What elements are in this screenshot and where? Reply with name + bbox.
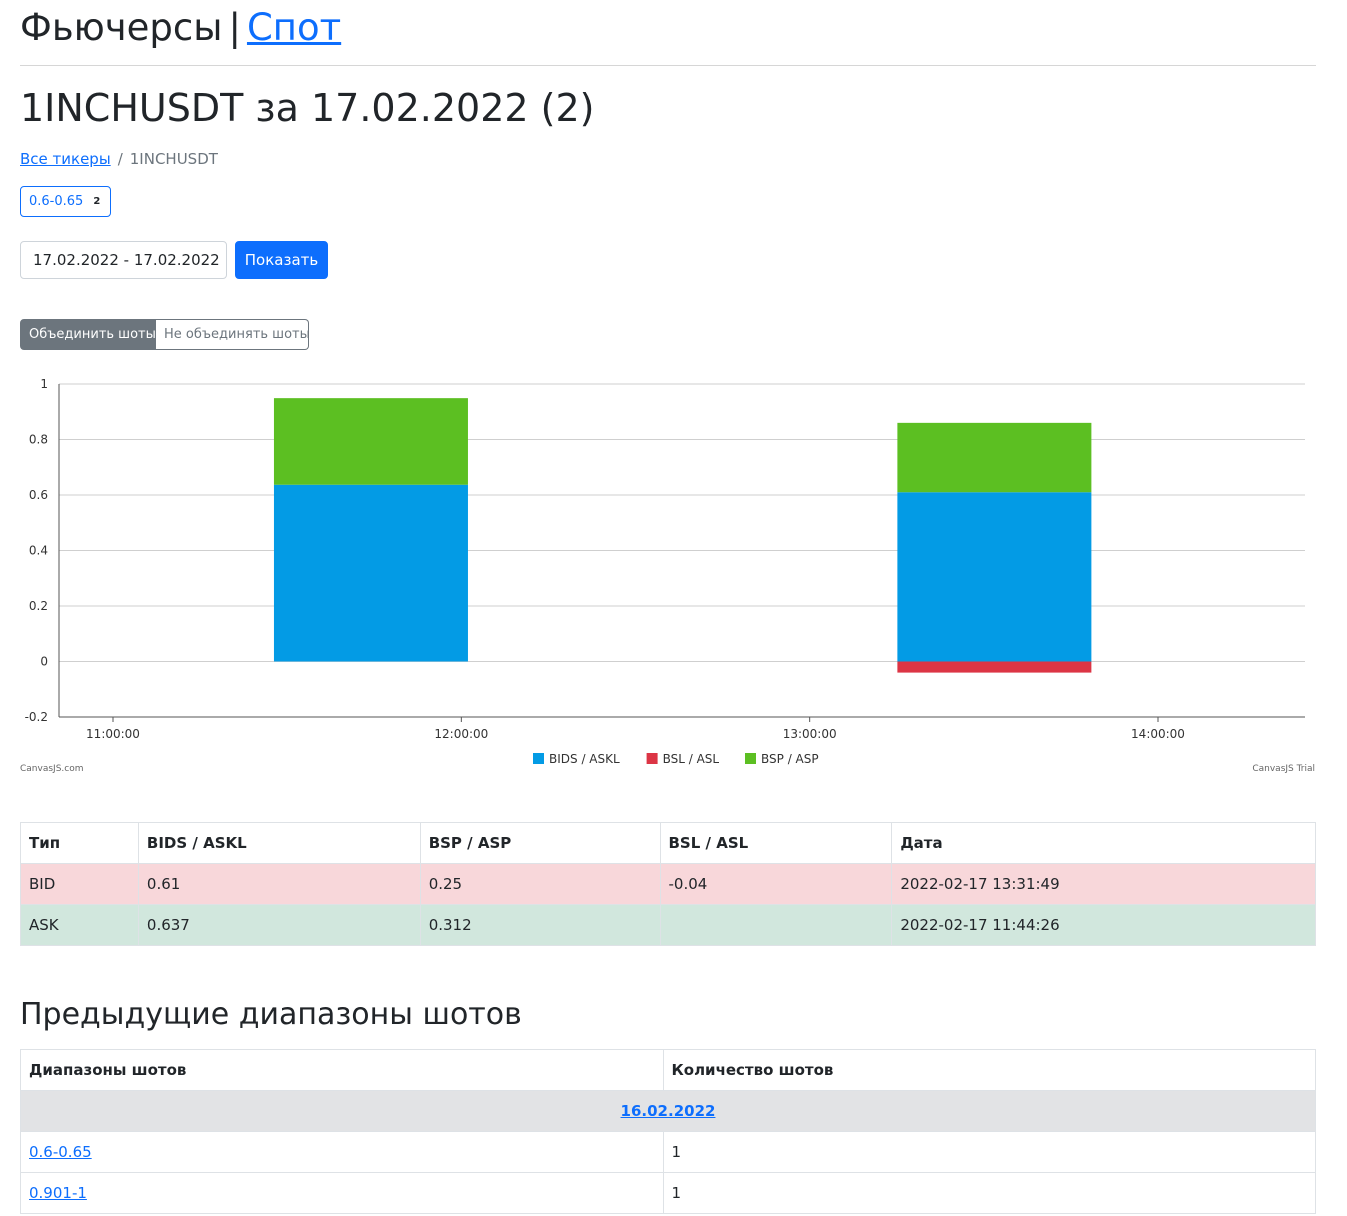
breadcrumb-all-tickers[interactable]: Все тикеры xyxy=(20,150,111,168)
range-cell: 0.6-0.65 xyxy=(20,1131,664,1173)
cell-bsl-asl: -0.04 xyxy=(659,863,893,905)
table-row-ask: ASK 0.637 0.312 2022-02-17 11:44:26 xyxy=(20,904,1316,946)
cell-bids-askl: 0.61 xyxy=(137,863,421,905)
table-row-bid: BID 0.61 0.25 -0.04 2022-02-17 13:31:49 xyxy=(20,863,1316,905)
y-tick-label: 0.8 xyxy=(29,433,48,447)
chart-credit-left: CanvasJS.com xyxy=(20,764,83,774)
previous-ranges-title: Предыдущие диапазоны шотов xyxy=(20,997,522,1032)
chart-credit-right: CanvasJS Trial xyxy=(1252,764,1315,774)
x-tick-label: 11:00:00 xyxy=(86,727,140,741)
x-tick-label: 13:00:00 xyxy=(783,727,837,741)
cell-type: ASK xyxy=(20,904,139,946)
cell-bsl-asl xyxy=(659,904,893,946)
date-range-input[interactable] xyxy=(20,241,227,279)
y-tick-label: 0 xyxy=(40,655,48,669)
show-button[interactable]: Показать xyxy=(235,241,328,279)
date-group-cell: 16.02.2022 xyxy=(20,1090,1316,1132)
count-cell: 1 xyxy=(662,1131,1316,1173)
breadcrumb-divider: / xyxy=(117,150,123,168)
col-date: Дата xyxy=(891,822,1316,864)
col-ranges: Диапазоны шотов xyxy=(20,1049,664,1091)
legend-swatch xyxy=(533,753,544,764)
header-divider xyxy=(20,65,1316,66)
range-link[interactable]: 0.901-1 xyxy=(29,1184,87,1202)
legend-label: BIDS / ASKL xyxy=(549,752,620,766)
cell-date: 2022-02-17 13:31:49 xyxy=(891,863,1316,905)
bar-bsp-asp xyxy=(897,422,1092,493)
legend-swatch xyxy=(745,753,756,764)
y-tick-label: -0.2 xyxy=(25,710,48,724)
table-header-row: Диапазоны шотов Количество шотов xyxy=(20,1049,1316,1091)
x-tick-label: 12:00:00 xyxy=(434,727,488,741)
chart-canvas: 1 0.8 0.6 0.4 0.2 0 -0.2 11:00:00 12:00:00 13:00:… xyxy=(20,377,1315,774)
breadcrumb: Все тикеры / 1INCHUSDT xyxy=(20,149,218,169)
range-filter-button[interactable]: 0.6-0.65 2 xyxy=(20,186,111,217)
shots-table: Тип BIDS / ASKL BSP / ASP BSL / ASL Дата… xyxy=(20,822,1316,946)
bar-bids-askl xyxy=(897,492,1092,662)
col-type: Тип xyxy=(20,822,139,864)
table-row: 0.901-1 1 xyxy=(20,1172,1316,1214)
bar-bsp-asp xyxy=(273,398,468,485)
legend-label: BSP / ASP xyxy=(761,752,819,766)
table-row: 0.6-0.65 1 xyxy=(20,1131,1316,1173)
y-tick-label: 0.2 xyxy=(29,599,48,613)
col-bsl-asl: BSL / ASL xyxy=(659,822,893,864)
count-cell: 1 xyxy=(662,1172,1316,1214)
col-bids-askl: BIDS / ASKL xyxy=(137,822,421,864)
spot-link[interactable]: Спот xyxy=(247,6,341,49)
col-shot-count: Количество шотов xyxy=(662,1049,1316,1091)
cell-type: BID xyxy=(20,863,139,905)
table-header-row: Тип BIDS / ASKL BSP / ASP BSL / ASL Дата xyxy=(20,822,1316,864)
cell-bsp-asp: 0.312 xyxy=(419,904,661,946)
cell-bsp-asp: 0.25 xyxy=(419,863,661,905)
range-count-badge: 2 xyxy=(93,196,101,207)
y-tick-label: 0.6 xyxy=(29,488,48,502)
date-group-row: 16.02.2022 xyxy=(20,1090,1316,1132)
legend-label: BSL / ASL xyxy=(663,752,720,766)
merge-shots-button[interactable]: Объединить шоты xyxy=(20,319,156,350)
y-tick-label: 0.4 xyxy=(29,544,48,558)
futures-title: Фьючерсы xyxy=(20,6,223,49)
range-link[interactable]: 0.6-0.65 xyxy=(29,1143,92,1161)
cell-bids-askl: 0.637 xyxy=(137,904,421,946)
page-header: Фьючерсы | Спот xyxy=(20,6,341,50)
x-tick-label: 14:00:00 xyxy=(1131,727,1185,741)
previous-ranges-table: Диапазоны шотов Количество шотов 16.02.2… xyxy=(20,1049,1316,1214)
range-label: 0.6-0.65 xyxy=(29,194,84,209)
header-separator: | xyxy=(228,6,241,49)
bar-bids-askl xyxy=(273,484,468,662)
date-link[interactable]: 16.02.2022 xyxy=(621,1102,716,1120)
stacked-bar-chart: 1 0.8 0.6 0.4 0.2 0 -0.2 11:00:00 12:00:00 13:00:… xyxy=(0,370,1347,780)
no-merge-shots-button[interactable]: Не объединять шоты xyxy=(156,319,310,350)
breadcrumb-current: 1INCHUSDT xyxy=(129,150,218,168)
page-title: 1INCHUSDT за 17.02.2022 (2) xyxy=(20,86,595,130)
col-bsp-asp: BSP / ASP xyxy=(419,822,661,864)
cell-date: 2022-02-17 11:44:26 xyxy=(891,904,1316,946)
bar-bsl-asl xyxy=(897,661,1092,673)
merge-toggle-group: Объединить шоты Не объединять шоты xyxy=(20,319,310,350)
range-cell: 0.901-1 xyxy=(20,1172,664,1214)
y-tick-label: 1 xyxy=(40,377,48,391)
legend-swatch xyxy=(646,753,658,764)
